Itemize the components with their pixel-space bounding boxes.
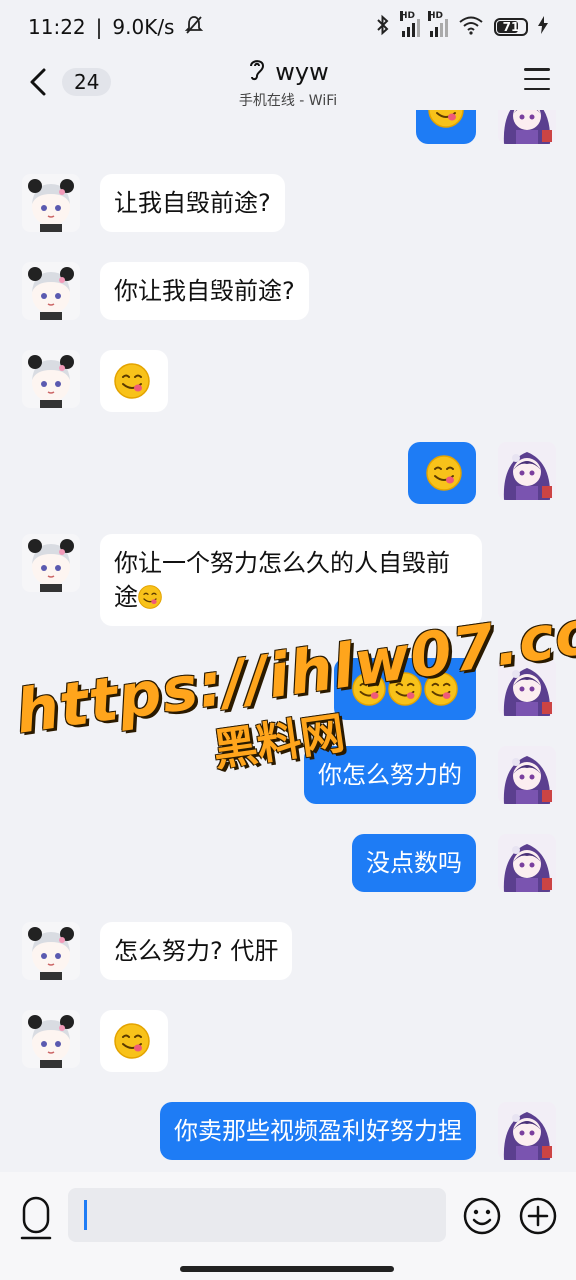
microphone-icon[interactable] (16, 1192, 56, 1244)
contact-avatar[interactable] (22, 350, 80, 408)
battery-icon: 71 (494, 18, 528, 36)
signal-icon-2: HD (428, 11, 448, 37)
yum-emoji-icon (388, 672, 422, 706)
my-avatar[interactable] (498, 658, 556, 716)
yum-emoji-icon (428, 110, 464, 128)
signal-icon-1: HD (400, 11, 420, 37)
message-bubble-out[interactable]: 你卖那些视频盈利好努力捏 (160, 1102, 476, 1160)
contact-avatar[interactable] (22, 262, 80, 320)
message-input[interactable] (68, 1188, 446, 1242)
yum-emoji-icon (424, 672, 458, 706)
plus-icon[interactable] (518, 1196, 558, 1236)
contact-avatar[interactable] (22, 922, 80, 980)
status-bar: 11:22 | 9.0K/s HD HD 71 (0, 0, 576, 54)
charging-icon (538, 16, 548, 38)
message-bubble-out[interactable]: 没点数吗 (352, 834, 476, 892)
message-bubble-out[interactable]: 你怎么努力的 (304, 746, 476, 804)
message-bubble-in[interactable]: 怎么努力? 代肝 (100, 922, 293, 980)
home-indicator[interactable] (180, 1266, 394, 1272)
my-avatar[interactable] (498, 1102, 556, 1160)
yum-emoji-icon (114, 1023, 150, 1059)
text-caret (84, 1200, 87, 1230)
message-bubble-out[interactable] (416, 110, 476, 144)
message-bubble-out[interactable] (334, 658, 476, 720)
bluetooth-icon (374, 14, 392, 40)
yum-emoji-icon (426, 455, 462, 491)
contact-avatar[interactable] (22, 174, 80, 232)
ear-icon (247, 56, 267, 88)
my-avatar[interactable] (498, 442, 556, 500)
contact-title[interactable]: wyw 手机在线 - WiFi (0, 56, 576, 110)
my-avatar[interactable] (498, 746, 556, 804)
message-text: 你让一个努力怎么久的人自毁前途 (114, 549, 450, 611)
message-bubble-in[interactable]: 你让我自毁前途? (100, 262, 309, 320)
yum-emoji-icon (114, 363, 150, 399)
yum-emoji-icon (138, 585, 162, 609)
network-speed: 9.0K/s (112, 15, 175, 39)
status-time: 11:22 (28, 15, 86, 39)
status-divider: | (95, 15, 103, 39)
contact-avatar[interactable] (22, 1010, 80, 1068)
input-bar (0, 1172, 576, 1280)
message-bubble-in[interactable] (100, 1010, 168, 1072)
wifi-icon (458, 15, 484, 39)
my-avatar[interactable] (498, 110, 556, 144)
message-bubble-out[interactable] (408, 442, 476, 504)
mute-bell-icon (184, 15, 204, 40)
menu-icon[interactable] (524, 68, 550, 90)
chat-header: 24 wyw 手机在线 - WiFi (0, 54, 576, 110)
message-bubble-in[interactable]: 让我自毁前途? (100, 174, 285, 232)
presence-status: 手机在线 - WiFi (238, 93, 338, 109)
yum-emoji-icon (352, 672, 386, 706)
message-bubble-in[interactable] (100, 350, 168, 412)
message-bubble-in[interactable]: 你让一个努力怎么久的人自毁前途 (100, 534, 482, 626)
chat-list[interactable]: 让我自毁前途? 你让我自毁前途? 你让一个努力怎么久的人自毁前途 你怎么努力的 … (0, 110, 576, 1172)
contact-avatar[interactable] (22, 534, 80, 592)
contact-name: wyw (275, 58, 329, 86)
my-avatar[interactable] (498, 834, 556, 892)
emoji-picker-icon[interactable] (462, 1196, 502, 1236)
